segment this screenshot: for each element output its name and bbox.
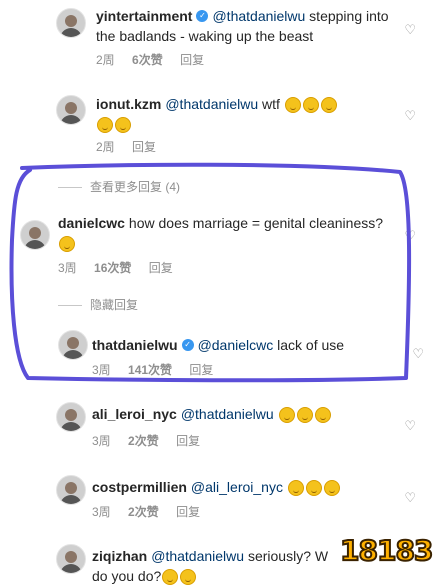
comment-body bbox=[274, 406, 278, 422]
comment-meta: 3周 2次赞 回复 bbox=[92, 432, 214, 449]
site-watermark-logo: 18183 bbox=[334, 524, 434, 580]
reply-button[interactable]: 回复 bbox=[189, 363, 213, 377]
comment-body: how does marriage = genital cleaniness? bbox=[128, 215, 384, 231]
mention-link[interactable]: @thatdanielwu bbox=[151, 548, 244, 564]
mention-link[interactable]: @thatdanielwu bbox=[165, 96, 258, 112]
timestamp[interactable]: 2周 bbox=[96, 53, 115, 67]
mention-link[interactable]: @danielcwc bbox=[198, 337, 274, 353]
username[interactable]: ziqizhan bbox=[92, 548, 147, 564]
reply-button[interactable]: 回复 bbox=[149, 261, 173, 275]
comment-body: wtf bbox=[258, 96, 284, 112]
laughing-emoji-icon bbox=[97, 117, 113, 134]
comment-meta: 2周 回复 bbox=[96, 138, 170, 155]
comment-body: seriously? W bbox=[244, 548, 329, 564]
laughing-emoji-icon bbox=[320, 97, 337, 114]
view-more-replies-button[interactable]: 查看更多回复 (4) bbox=[58, 178, 180, 195]
like-count[interactable]: 2次赞 bbox=[128, 434, 159, 448]
like-count[interactable]: 6次赞 bbox=[132, 53, 163, 67]
smirk-emoji-icon bbox=[59, 236, 75, 253]
laughing-emoji-icon bbox=[162, 569, 179, 586]
username[interactable]: yintertainment bbox=[96, 8, 192, 24]
verified-badge-icon: ✓ bbox=[181, 339, 194, 352]
like-heart-icon[interactable]: ♡ bbox=[412, 346, 424, 362]
timestamp[interactable]: 3周 bbox=[92, 363, 111, 377]
like-heart-icon[interactable]: ♡ bbox=[404, 22, 416, 38]
username[interactable]: thatdanielwu bbox=[92, 337, 178, 353]
timestamp[interactable]: 2周 bbox=[96, 140, 115, 154]
avatar[interactable] bbox=[58, 330, 88, 360]
comment-meta: 2周 6次赞 回复 bbox=[96, 51, 218, 68]
timestamp[interactable]: 3周 bbox=[92, 505, 111, 519]
laughing-emoji-icon bbox=[296, 407, 313, 424]
laughing-emoji-icon bbox=[278, 407, 295, 424]
laughing-emoji-icon bbox=[302, 97, 319, 114]
like-count[interactable]: 16次赞 bbox=[94, 261, 131, 275]
timestamp[interactable]: 3周 bbox=[58, 261, 77, 275]
hide-replies-button[interactable]: 隐藏回复 bbox=[58, 296, 138, 313]
comment-text: ziqizhan @thatdanielwu seriously? W do yo… bbox=[92, 546, 352, 586]
comment-text: danielcwc how does marriage = genital cle… bbox=[58, 213, 388, 253]
mention-link[interactable]: @thatdanielwu bbox=[181, 406, 274, 422]
laughing-emoji-icon bbox=[180, 569, 197, 586]
laughing-emoji-icon bbox=[287, 480, 304, 497]
watermark-text: 18183 bbox=[339, 533, 434, 568]
comment-text: ionut.kzm @thatdanielwu wtf bbox=[96, 94, 396, 134]
comment-text: ali_leroi_nyc @thatdanielwu bbox=[92, 404, 412, 424]
timestamp[interactable]: 3周 bbox=[92, 434, 111, 448]
reply-button[interactable]: 回复 bbox=[180, 53, 204, 67]
comment-text: costpermillien @ali_leroi_nyc bbox=[92, 477, 412, 497]
reply-button[interactable]: 回复 bbox=[176, 505, 200, 519]
laughing-emoji-icon bbox=[305, 480, 322, 497]
laughing-emoji-icon bbox=[323, 480, 340, 497]
avatar[interactable] bbox=[20, 220, 50, 250]
comment-meta: 3周 2次赞 回复 bbox=[92, 503, 214, 520]
comment-body bbox=[283, 479, 287, 495]
laughing-emoji-icon bbox=[115, 117, 131, 134]
comment-meta: 3周 141次赞 回复 bbox=[92, 361, 227, 378]
username[interactable]: danielcwc bbox=[58, 215, 125, 231]
comment-body: lack of use bbox=[273, 337, 345, 353]
avatar[interactable] bbox=[56, 95, 86, 125]
reply-button[interactable]: 回复 bbox=[132, 140, 156, 154]
avatar[interactable] bbox=[56, 8, 86, 38]
comment-meta: 3周 16次赞 回复 bbox=[58, 259, 187, 276]
like-heart-icon[interactable]: ♡ bbox=[404, 418, 416, 434]
username[interactable]: ionut.kzm bbox=[96, 96, 161, 112]
reply-button[interactable]: 回复 bbox=[176, 434, 200, 448]
like-count[interactable]: 2次赞 bbox=[128, 505, 159, 519]
username[interactable]: costpermillien bbox=[92, 479, 187, 495]
like-count[interactable]: 141次赞 bbox=[128, 363, 172, 377]
verified-badge-icon: ✓ bbox=[196, 10, 209, 23]
comment-text: thatdanielwu ✓ @danielcwc lack of use bbox=[92, 335, 412, 355]
comment-body-continued: do you do? bbox=[92, 568, 162, 584]
username[interactable]: ali_leroi_nyc bbox=[92, 406, 177, 422]
like-heart-icon[interactable]: ♡ bbox=[404, 108, 416, 124]
avatar[interactable] bbox=[56, 402, 86, 432]
mention-link[interactable]: @ali_leroi_nyc bbox=[191, 479, 283, 495]
mention-link[interactable]: @thatdanielwu bbox=[212, 8, 305, 24]
laughing-emoji-icon bbox=[284, 97, 301, 114]
like-heart-icon[interactable]: ♡ bbox=[404, 228, 416, 244]
laughing-emoji-icon bbox=[314, 407, 331, 424]
avatar[interactable] bbox=[56, 544, 86, 574]
comment-text: yintertainment ✓ @thatdanielwu stepping in… bbox=[96, 6, 396, 46]
avatar[interactable] bbox=[56, 475, 86, 505]
like-heart-icon[interactable]: ♡ bbox=[404, 490, 416, 506]
